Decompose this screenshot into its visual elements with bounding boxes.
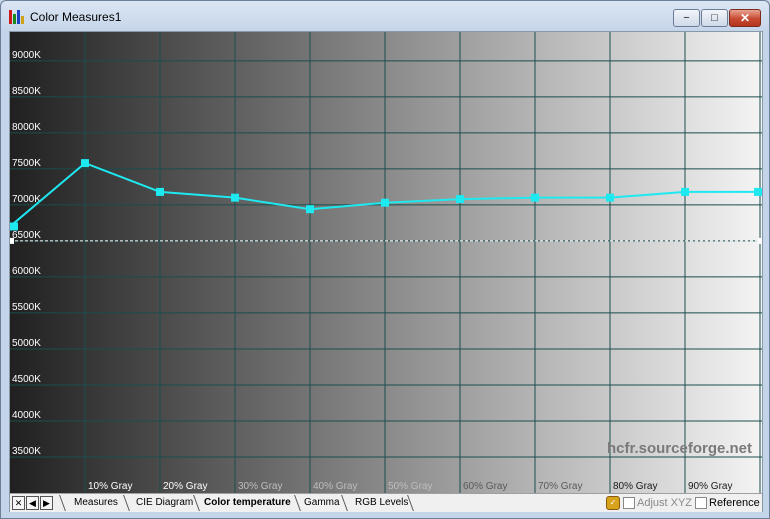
y-tick-label: 7500K — [12, 158, 41, 169]
x-tick-label: 50% Gray — [388, 481, 432, 492]
data-point — [381, 198, 389, 207]
y-tick-label: 5000K — [12, 338, 41, 349]
data-point — [681, 187, 689, 196]
gray-gradient-background — [10, 32, 762, 493]
x-tick-label: 10% Gray — [88, 481, 132, 492]
data-point — [81, 159, 89, 168]
close-icon: ✕ — [739, 11, 751, 25]
data-point — [156, 187, 164, 196]
window: Color Measures1 − □ ✕ 3500K 4000K 4500K 500… — [0, 0, 770, 519]
reference-checkbox[interactable] — [695, 497, 707, 509]
y-tick-label: 3500K — [12, 446, 41, 457]
data-point — [456, 195, 464, 204]
client-area: 3500K 4000K 4500K 5000K 5500K 6000K 6500K 7000K… — [9, 31, 763, 512]
tab-color-temperature[interactable]: Color temperature — [190, 495, 291, 511]
reference-marker-left — [10, 237, 14, 244]
close-icon: ✕ — [14, 497, 23, 508]
y-tick-label: 9000K — [12, 50, 41, 61]
y-tick-label: 6500K — [12, 230, 41, 241]
x-tick-label: 30% Gray — [238, 481, 282, 492]
x-tick-label: 80% Gray — [613, 481, 657, 492]
tab-gamma[interactable]: Gamma — [290, 495, 340, 511]
data-point — [606, 193, 614, 202]
tab-close-button[interactable]: ✕ — [12, 496, 25, 510]
reference-marker-right — [758, 237, 762, 244]
tab-bar: ✕ ◀ ▶ Measures CIE Diagram Color tempera… — [10, 493, 762, 512]
x-tick-label: 40% Gray — [313, 481, 357, 492]
color-temperature-chart: 3500K4000K4500K5000K5500K6000K6500K7000K… — [10, 32, 762, 493]
y-tick-label: 5500K — [12, 302, 41, 313]
watermark: hcfr.sourceforge.net — [607, 440, 752, 457]
app-chart-icon — [9, 10, 25, 24]
x-tick-label: 70% Gray — [538, 481, 582, 492]
title-bar[interactable]: Color Measures1 − □ ✕ — [1, 1, 769, 31]
tab-next-button[interactable]: ▶ — [40, 496, 53, 510]
x-tick-label: 90% Gray — [688, 481, 732, 492]
sensor-icon[interactable]: ✓ — [606, 496, 620, 510]
data-point — [231, 193, 239, 202]
data-point — [531, 193, 539, 202]
arrow-right-icon: ▶ — [43, 497, 50, 508]
maximize-icon: □ — [711, 12, 718, 24]
data-point — [754, 187, 762, 196]
arrow-left-icon: ◀ — [29, 497, 36, 508]
window-title: Color Measures1 — [30, 10, 122, 24]
adjust-xyz-label: Adjust XYZ — [637, 497, 693, 509]
minimize-icon: − — [683, 12, 690, 24]
y-tick-label: 4500K — [12, 374, 41, 385]
y-tick-label: 6000K — [12, 266, 41, 277]
tab-rgb-levels[interactable]: RGB Levels — [341, 495, 408, 511]
minimize-button[interactable]: − — [673, 9, 700, 27]
y-tick-label: 8000K — [12, 122, 41, 133]
tab-cie-diagram[interactable]: CIE Diagram — [122, 495, 193, 511]
y-tick-label: 4000K — [12, 410, 41, 421]
data-point — [306, 205, 314, 214]
close-button[interactable]: ✕ — [729, 9, 761, 27]
x-tick-label: 60% Gray — [463, 481, 507, 492]
adjust-xyz-checkbox[interactable] — [623, 497, 635, 509]
reference-label: Reference — [709, 497, 760, 509]
maximize-button[interactable]: □ — [701, 9, 728, 27]
data-point — [10, 222, 18, 231]
tab-measures[interactable]: Measures — [60, 495, 118, 511]
tab-prev-button[interactable]: ◀ — [26, 496, 39, 510]
y-tick-label: 8500K — [12, 86, 41, 97]
x-tick-label: 20% Gray — [163, 481, 207, 492]
